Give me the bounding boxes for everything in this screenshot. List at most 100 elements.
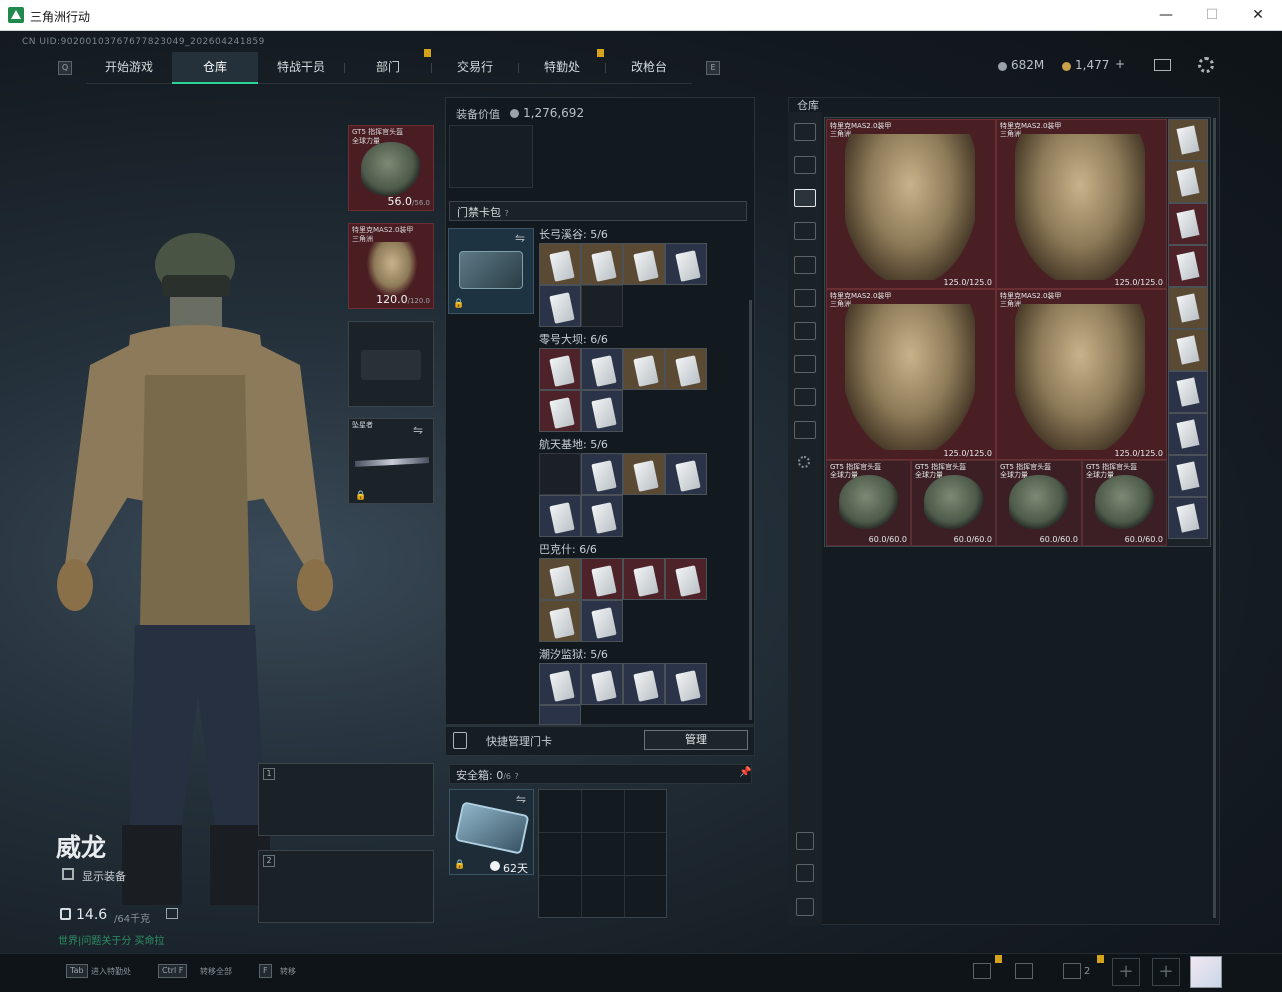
warehouse-tab-icon[interactable] <box>794 388 816 406</box>
armor-item[interactable]: 特里克MAS2.0装甲 三角洲 125.0/125.0 <box>996 289 1167 460</box>
backpack-scrollbar[interactable] <box>749 300 752 720</box>
keycard-item[interactable] <box>539 390 581 432</box>
backpack-slot[interactable] <box>449 125 533 188</box>
tidy-icon[interactable] <box>796 898 814 916</box>
keycard-item[interactable] <box>623 453 665 495</box>
keycard-item[interactable] <box>581 453 623 495</box>
nav-next-key-hint[interactable]: E <box>706 61 720 75</box>
mail-icon[interactable] <box>1154 59 1171 71</box>
keycard-item[interactable] <box>665 348 707 390</box>
list-icon[interactable] <box>166 908 178 919</box>
close-button[interactable]: ✕ <box>1246 4 1270 26</box>
armor-slot[interactable]: 特里克MAS2.0装甲 三角洲 120.0/120.0 <box>348 223 434 309</box>
add-teammate-button[interactable]: + <box>1112 958 1140 986</box>
keycard-item[interactable] <box>1168 161 1208 203</box>
team-icon[interactable] <box>1063 963 1081 979</box>
keycard-item[interactable] <box>623 243 665 285</box>
armor-item[interactable]: 特里克MAS2.0装甲 三角洲 125.0/125.0 <box>826 289 996 460</box>
keycard-item[interactable] <box>581 558 623 600</box>
minimize-button[interactable]: — <box>1154 4 1178 26</box>
warehouse-tab-icon[interactable] <box>794 322 816 340</box>
hint-label[interactable]: 转移 <box>280 966 296 977</box>
safebox-grid[interactable] <box>538 789 667 918</box>
armor-item[interactable]: 特里克MAS2.0装甲 三角洲 125.0/125.0 <box>996 119 1167 289</box>
keycard-item[interactable] <box>623 558 665 600</box>
warehouse-tab-icon[interactable] <box>794 256 816 274</box>
keycard-item[interactable] <box>665 663 707 705</box>
warehouse-tab-icon[interactable] <box>794 421 816 439</box>
keycard-case-item[interactable]: ⇋ 🔒 <box>448 228 534 314</box>
keycard-item[interactable] <box>539 495 581 537</box>
keycard-item[interactable] <box>539 348 581 390</box>
keycard-item[interactable] <box>581 600 623 642</box>
keycard-item[interactable] <box>623 663 665 705</box>
warehouse-settings-gear-icon[interactable] <box>798 456 810 468</box>
keycard-item[interactable] <box>1168 203 1208 245</box>
keycard-item[interactable] <box>1168 245 1208 287</box>
swap-icon[interactable]: ⇋ <box>413 423 423 437</box>
show-equipment-checkbox[interactable] <box>62 868 74 880</box>
warehouse-tab-icon[interactable] <box>794 355 816 373</box>
sort-icon[interactable] <box>796 832 814 850</box>
warehouse-grid[interactable]: 特里克MAS2.0装甲 三角洲 125.0/125.0 特里克MAS2.0装甲 三角… <box>824 117 1211 547</box>
add-teammate-button[interactable]: + <box>1152 958 1180 986</box>
nav-prev-key-hint[interactable]: Q <box>58 61 72 75</box>
avatar[interactable] <box>1190 956 1222 988</box>
melee-slot[interactable]: 坠星者 ⇋ 🔒 <box>348 418 434 504</box>
tab-department[interactable]: 部门 <box>345 52 431 84</box>
keycard-item[interactable] <box>1168 371 1208 413</box>
keycard-item[interactable] <box>665 558 707 600</box>
flag-icon[interactable] <box>1015 963 1033 979</box>
helmet-item[interactable]: GT5 指挥官头盔 全球力量 60.0/60.0 <box>996 460 1082 546</box>
keycard-item[interactable] <box>581 348 623 390</box>
tab-start-game[interactable]: 开始游戏 <box>86 52 172 84</box>
hint-label[interactable]: 进入特勤处 <box>91 966 131 977</box>
keycard-item[interactable] <box>1168 329 1208 371</box>
tab-warehouse[interactable]: 仓库 <box>172 52 258 84</box>
hint-label[interactable]: 转移全部 <box>200 966 232 977</box>
helmet-item[interactable]: GT5 指挥官头盔 全球力量 60.0/60.0 <box>911 460 996 546</box>
stats-chart-icon[interactable] <box>973 963 991 979</box>
keycard-item[interactable] <box>539 663 581 705</box>
swap-icon[interactable]: ⇋ <box>515 231 525 245</box>
add-currency-button[interactable]: + <box>1115 57 1125 71</box>
keycard-item[interactable] <box>581 243 623 285</box>
keycard-empty-slot[interactable] <box>539 453 581 495</box>
keycard-empty-slot[interactable] <box>581 285 623 327</box>
tab-gunsmith[interactable]: 改枪台 <box>606 52 692 84</box>
primary-weapon-slot-2[interactable]: 2 <box>258 850 434 923</box>
warehouse-tab-icon[interactable] <box>794 123 816 141</box>
keycard-item[interactable] <box>623 348 665 390</box>
keycard-item[interactable] <box>581 663 623 705</box>
manage-button[interactable]: 管理 <box>644 730 748 750</box>
keycard-item[interactable] <box>1168 287 1208 329</box>
keycard-item[interactable] <box>539 558 581 600</box>
warehouse-scrollbar[interactable] <box>1213 118 1216 918</box>
keycard-item[interactable] <box>539 705 581 725</box>
primary-weapon-slot-1[interactable]: 1 <box>258 763 434 836</box>
swap-icon[interactable]: ⇋ <box>516 792 526 806</box>
keycard-item[interactable] <box>1168 497 1208 539</box>
settings-gear-icon[interactable] <box>1198 57 1214 73</box>
warehouse-tab-icon[interactable] <box>794 222 816 240</box>
keycard-item[interactable] <box>539 285 581 327</box>
tab-operators[interactable]: 特战干员 <box>258 52 344 84</box>
helmet-slot[interactable]: GT5 指挥官头盔 全球力量 56.0/56.0 <box>348 125 434 211</box>
warehouse-tab-icon[interactable] <box>794 156 816 174</box>
warehouse-tab-icon[interactable] <box>794 289 816 307</box>
keycard-item[interactable] <box>539 243 581 285</box>
keycard-item[interactable] <box>539 600 581 642</box>
helmet-item[interactable]: GT5 指挥官头盔 全球力量 60.0/60.0 <box>1082 460 1167 546</box>
maximize-button[interactable]: ☐ <box>1200 4 1224 26</box>
helmet-item[interactable]: GT5 指挥官头盔 全球力量 60.0/60.0 <box>826 460 911 546</box>
pistol-slot[interactable] <box>348 321 434 407</box>
keycard-item[interactable] <box>1168 413 1208 455</box>
keycard-item[interactable] <box>665 453 707 495</box>
pin-icon[interactable]: 📌 <box>739 767 751 778</box>
layers-icon[interactable] <box>796 864 814 882</box>
tab-trading[interactable]: 交易行 <box>432 52 518 84</box>
keycard-item[interactable] <box>665 243 707 285</box>
keycard-item[interactable] <box>581 495 623 537</box>
keycard-item[interactable] <box>1168 119 1208 161</box>
keycard-item[interactable] <box>581 390 623 432</box>
